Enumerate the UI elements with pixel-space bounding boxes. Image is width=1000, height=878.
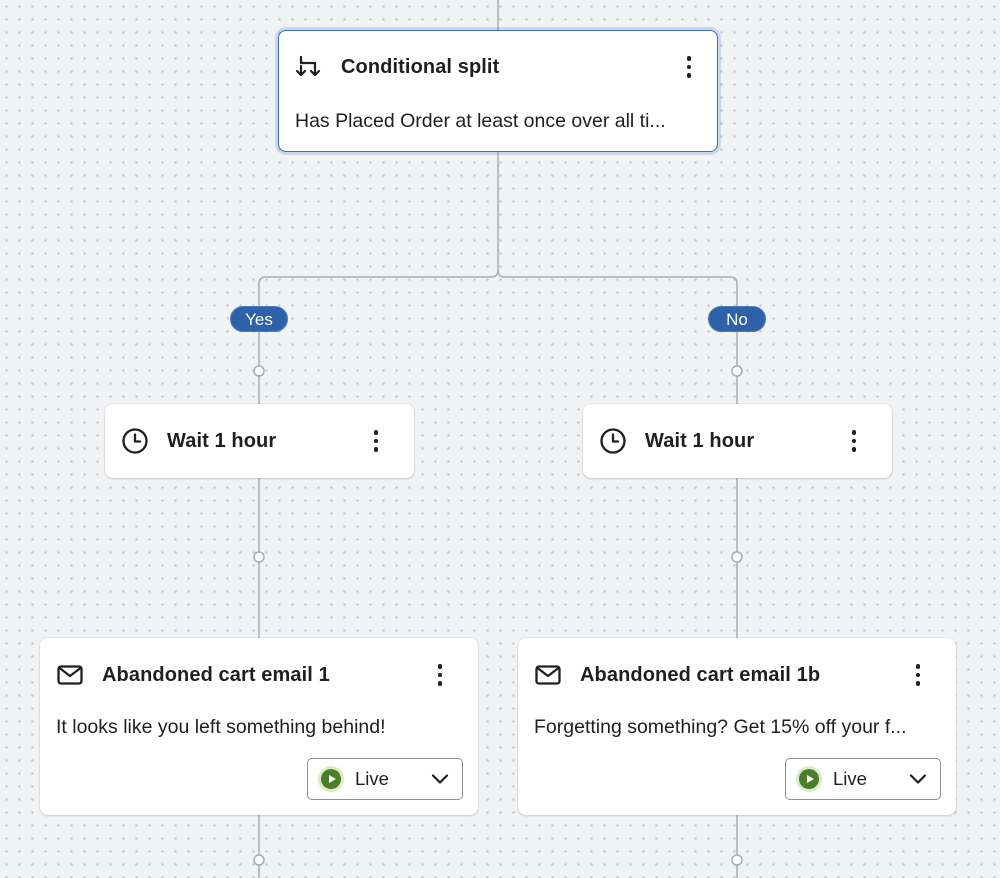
status-label: Live [355,768,389,789]
wait-more-menu-button[interactable] [364,427,388,455]
branch-yes-badge: Yes [230,306,288,332]
connector-node [731,551,743,563]
split-condition-text: Has Placed Order at least once over all … [295,110,666,132]
live-status-icon [799,769,819,789]
connector-node [253,854,265,866]
split-title: Conditional split [341,55,500,78]
connector-node [731,854,743,866]
edge-split-right [497,269,738,404]
chevron-down-icon [431,774,449,784]
email-more-menu-button[interactable] [906,661,930,689]
branch-no-badge: No [708,306,766,332]
email-subject-text: It looks like you left something behind! [56,716,386,738]
live-status-icon [321,769,341,789]
edge-split-down [258,152,499,404]
email-title: Abandoned cart email 1 [102,663,330,686]
flow-canvas[interactable]: Conditional split Has Placed Order at le… [0,0,1000,878]
envelope-icon [534,661,562,689]
conditional-split-card[interactable]: Conditional split Has Placed Order at le… [278,30,718,152]
split-arrows-icon [295,53,323,81]
email-more-menu-button[interactable] [428,661,452,689]
status-label: Live [833,768,867,789]
envelope-icon [56,661,84,689]
chevron-down-icon [909,774,927,784]
split-more-menu-button[interactable] [677,53,701,81]
email-subject-text: Forgetting something? Get 15% off your f… [534,716,907,738]
email-step-card-no[interactable]: Abandoned cart email 1b Forgetting somet… [518,638,956,815]
connector-node [731,365,743,377]
wait-step-card-no[interactable]: Wait 1 hour [583,404,892,478]
connector-node [253,365,265,377]
clock-icon [121,427,149,455]
email-status-dropdown[interactable]: Live [785,758,941,800]
clock-icon [599,427,627,455]
wait-more-menu-button[interactable] [842,427,866,455]
email-step-card-yes[interactable]: Abandoned cart email 1 It looks like you… [40,638,478,815]
email-title: Abandoned cart email 1b [580,663,821,686]
connector-node [253,551,265,563]
email-status-dropdown[interactable]: Live [307,758,463,800]
wait-step-card-yes[interactable]: Wait 1 hour [105,404,414,478]
wait-title: Wait 1 hour [167,429,277,452]
wait-title: Wait 1 hour [645,429,755,452]
